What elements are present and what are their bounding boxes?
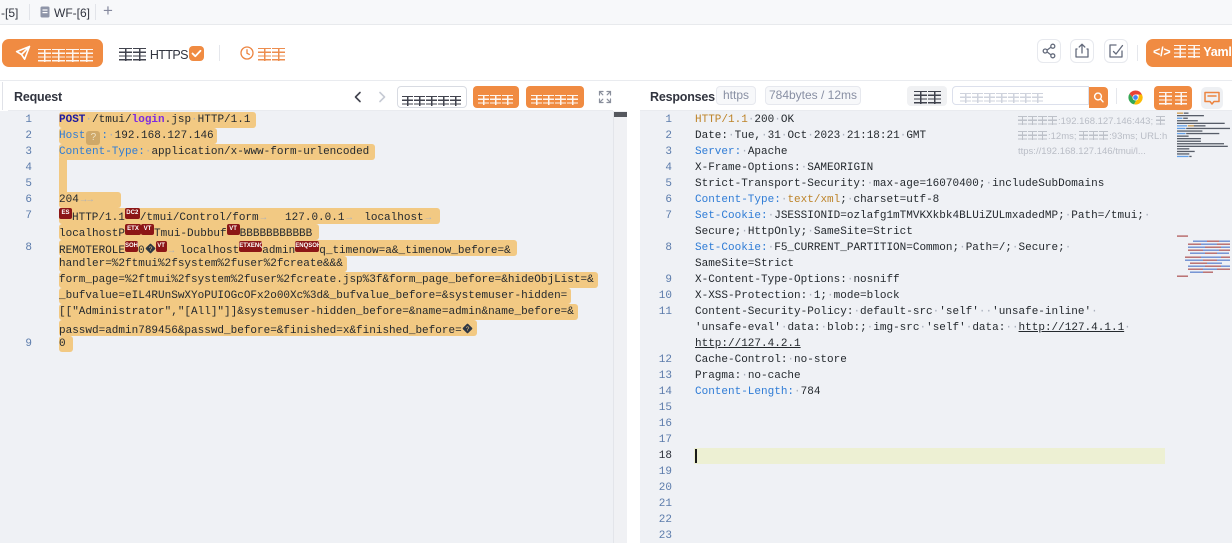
svg-text:?: ?: [465, 326, 469, 333]
svg-text:?: ?: [148, 246, 152, 253]
